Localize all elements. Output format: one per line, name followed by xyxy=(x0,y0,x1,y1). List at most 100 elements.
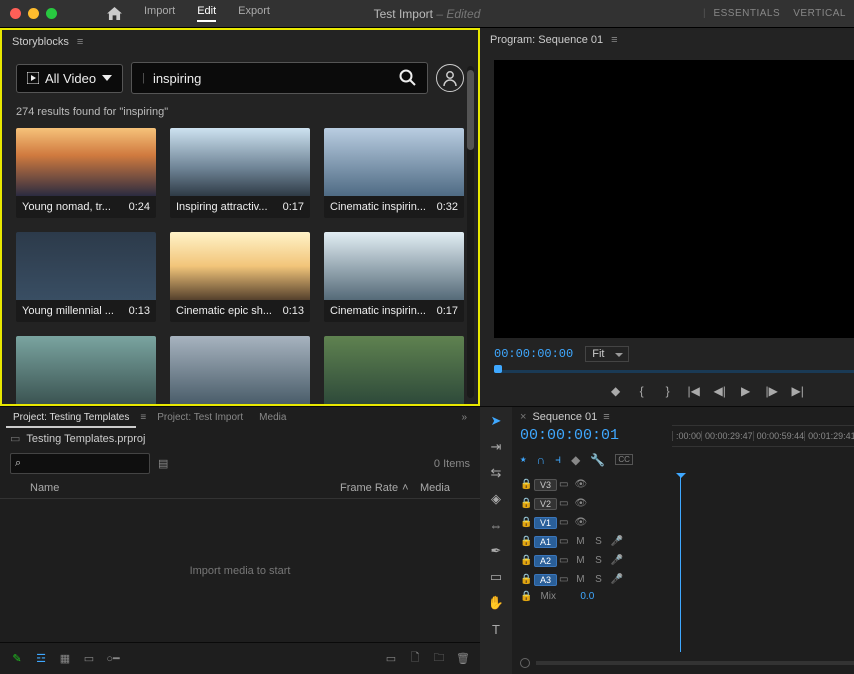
zoom-slider-icon[interactable]: ○━ xyxy=(106,652,120,665)
result-item[interactable]: Young millennial ...0:13 xyxy=(16,232,156,322)
slip-tool-icon[interactable]: ⇔ xyxy=(488,517,504,533)
toggle-output-icon[interactable]: ▭ xyxy=(559,555,568,566)
panel-menu-icon[interactable]: ≡ xyxy=(611,34,617,46)
result-item[interactable]: Inspiring attractiv...0:17 xyxy=(170,128,310,218)
result-item[interactable]: Inspiring and wan...0:13 xyxy=(170,336,310,404)
account-icon[interactable] xyxy=(436,64,464,92)
result-item[interactable]: Cinematic inspirin...0:32 xyxy=(324,128,464,218)
workspace-essentials[interactable]: ESSENTIALS xyxy=(713,8,780,19)
freeform-view-icon[interactable]: ▭ xyxy=(82,652,96,665)
mute-toggle[interactable]: M xyxy=(574,555,586,566)
toggle-output-icon[interactable]: ▭ xyxy=(559,479,568,490)
col-name[interactable]: Name xyxy=(10,482,340,494)
track-badge[interactable]: V2 xyxy=(534,498,557,510)
result-item[interactable]: Cinematic epic sh...0:13 xyxy=(170,232,310,322)
lock-icon[interactable]: 🔒 xyxy=(520,591,532,602)
toggle-output-icon[interactable]: ▭ xyxy=(559,498,568,509)
solo-toggle[interactable]: S xyxy=(592,555,604,566)
lock-icon[interactable]: 🔒 xyxy=(520,498,532,509)
lock-icon[interactable]: 🔒 xyxy=(520,574,532,585)
tab-export[interactable]: Export xyxy=(238,5,270,22)
zoom-select[interactable]: Fit xyxy=(585,346,629,362)
lock-icon[interactable]: 🔒 xyxy=(520,536,532,547)
track-badge[interactable]: V1 xyxy=(534,517,557,529)
workspace-vertical[interactable]: VERTICAL xyxy=(793,8,846,19)
toggle-output-icon[interactable]: ▭ xyxy=(559,536,568,547)
program-preview[interactable] xyxy=(494,60,854,338)
type-tool-icon[interactable]: T xyxy=(488,621,504,637)
scrollbar[interactable] xyxy=(467,66,474,398)
panel-menu-icon[interactable]: ≡ xyxy=(77,36,83,48)
program-scrubber[interactable] xyxy=(494,364,854,378)
tab-import[interactable]: Import xyxy=(144,5,175,22)
go-to-in-icon[interactable]: |◀ xyxy=(687,384,701,398)
cc-icon[interactable]: CC xyxy=(615,454,633,465)
wrench-icon[interactable]: 🔧 xyxy=(590,453,605,467)
rect-tool-icon[interactable]: ▭ xyxy=(488,569,504,585)
eye-icon[interactable]: 👁 xyxy=(574,498,587,509)
mute-toggle[interactable]: M xyxy=(574,536,586,547)
snap-icon[interactable]: ⭑ xyxy=(520,452,526,467)
selection-tool-icon[interactable]: ➤ xyxy=(488,413,504,429)
program-timecode[interactable]: 00:00:00:00 xyxy=(494,347,573,361)
col-framerate[interactable]: Frame Rate ˄ xyxy=(340,482,420,494)
go-to-out-icon[interactable]: ▶| xyxy=(791,384,805,398)
new-bin-icon[interactable]: ▭ xyxy=(384,652,398,665)
razor-tool-icon[interactable]: ◈ xyxy=(488,491,504,507)
tab-edit[interactable]: Edit xyxy=(197,5,216,22)
result-item[interactable]: Cinematic inspirin...0:17 xyxy=(324,232,464,322)
scroll-cap-left[interactable] xyxy=(520,658,530,668)
out-point-icon[interactable]: } xyxy=(661,384,675,398)
track-select-tool-icon[interactable]: ⇥ xyxy=(488,439,504,455)
timeline-hscroll[interactable] xyxy=(512,652,854,674)
icon-view-icon[interactable]: ▦ xyxy=(58,652,72,665)
maximize-window-icon[interactable] xyxy=(46,8,57,19)
search-input[interactable] xyxy=(153,71,399,86)
audio-track-row[interactable]: 🔒A1▭MS🎤 xyxy=(512,532,854,551)
lock-icon[interactable]: 🔒 xyxy=(520,517,532,528)
audio-track-row[interactable]: 🔒A3▭MS🎤 xyxy=(512,570,854,589)
project-search-box[interactable]: ⌕ xyxy=(10,453,150,474)
solo-toggle[interactable]: S xyxy=(592,574,604,585)
minimize-window-icon[interactable] xyxy=(28,8,39,19)
mute-toggle[interactable]: M xyxy=(574,574,586,585)
home-icon[interactable] xyxy=(107,7,122,20)
mic-icon[interactable]: 🎤 xyxy=(610,536,622,547)
audio-track-row[interactable]: 🔒A2▭MS🎤 xyxy=(512,551,854,570)
marker-icon[interactable]: ◆ xyxy=(609,384,623,398)
folder-icon[interactable]: 🗀 xyxy=(432,649,446,668)
video-track-row[interactable]: 🔒V1▭ 👁 xyxy=(512,513,854,532)
media-type-filter[interactable]: All Video xyxy=(16,64,123,93)
mix-value[interactable]: 0.0 xyxy=(580,591,594,602)
step-forward-icon[interactable]: |▶ xyxy=(765,384,779,398)
play-icon[interactable]: ▶ xyxy=(739,384,753,398)
pencil-icon[interactable]: ✎ xyxy=(10,652,24,665)
mix-track-row[interactable]: 🔒Mix 0.0▶◀ xyxy=(512,589,854,604)
timeline-tracks[interactable]: 🔒V3▭👁 🔒V2▭👁 🔒V1▭👁 🔒A1▭MS🎤 🔒A2▭MS🎤 🔒A3▭MS… xyxy=(512,473,854,652)
new-item-icon[interactable]: 🗋 xyxy=(408,649,422,668)
ripple-tool-icon[interactable]: ⇆ xyxy=(488,465,504,481)
tab-project-test-import[interactable]: Project: Test Import xyxy=(150,409,250,428)
project-search-input[interactable] xyxy=(25,456,145,471)
step-back-icon[interactable]: ◀| xyxy=(713,384,727,398)
close-window-icon[interactable] xyxy=(10,8,21,19)
track-badge[interactable]: A2 xyxy=(534,555,557,567)
track-badge[interactable]: A1 xyxy=(534,536,557,548)
hand-tool-icon[interactable]: ✋ xyxy=(488,595,504,611)
track-badge[interactable]: V3 xyxy=(534,479,557,491)
linked-selection-icon[interactable]: ∩ xyxy=(536,453,545,467)
mic-icon[interactable]: 🎤 xyxy=(610,574,622,585)
result-item[interactable]: POV of camera d...0:57 xyxy=(16,336,156,404)
timeline-ruler[interactable]: :00:00 00:00:29:47 00:00:59:44 00:01:29:… xyxy=(672,425,854,447)
eye-icon[interactable]: 👁 xyxy=(574,517,587,528)
result-item[interactable]: Young nomad, tr...0:24 xyxy=(16,128,156,218)
filter-bin-icon[interactable]: ▤ xyxy=(158,457,168,470)
playhead[interactable] xyxy=(680,473,681,652)
trash-icon[interactable]: 🗑 xyxy=(456,652,470,665)
lock-icon[interactable]: 🔒 xyxy=(520,479,532,490)
mic-icon[interactable]: 🎤 xyxy=(610,555,622,566)
search-icon[interactable] xyxy=(399,69,417,87)
pen-tool-icon[interactable]: ✒ xyxy=(488,543,504,559)
toggle-output-icon[interactable]: ▭ xyxy=(559,517,568,528)
tab-media[interactable]: Media xyxy=(252,409,293,428)
